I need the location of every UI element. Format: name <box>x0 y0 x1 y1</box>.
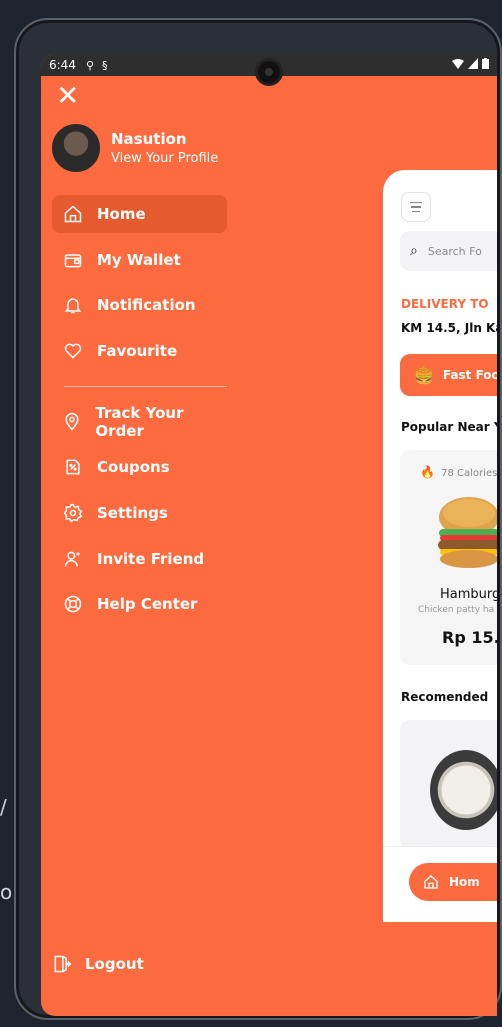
nav-home-button[interactable]: Hom <box>409 863 497 901</box>
wifi-icon <box>452 58 464 72</box>
menu-divider <box>64 385 227 387</box>
view-profile-link[interactable]: View Your Profile <box>111 151 218 166</box>
status-time: 6:44 <box>49 58 76 72</box>
avatar[interactable] <box>52 124 100 172</box>
signal-icon <box>468 58 478 72</box>
calories-badge: 🔥 78 Calories <box>420 465 497 479</box>
location-pin-icon <box>62 411 82 433</box>
delivery-address[interactable]: KM 14.5, Jln Kali <box>401 321 497 335</box>
drawer-menu: Home My Wallet Notification Favourite Tr… <box>52 195 227 631</box>
bottom-nav: Hom <box>383 846 497 922</box>
search-placeholder: Search Fo <box>427 244 482 258</box>
food-description: Chicken patty ha <box>418 605 495 615</box>
home-icon <box>424 875 438 889</box>
background-glyph-top: / <box>0 795 7 819</box>
coupon-icon <box>62 456 84 478</box>
burger-image <box>438 497 497 568</box>
logout-icon <box>54 955 72 973</box>
logout-button[interactable]: Logout <box>52 954 144 974</box>
calories-text: 78 Calories <box>441 468 497 479</box>
category-chip-label: Fast Foo <box>442 368 497 382</box>
menu-item-label: Invite Friend <box>97 549 205 568</box>
recommended-section-title: Recomended <box>401 690 489 704</box>
food-price: Rp 15.9 <box>442 628 497 647</box>
home-screen-preview[interactable]: ⌕ Search Fo DELIVERY TO KM 14.5, Jln Kal… <box>383 170 497 922</box>
menu-item-label: Notification <box>97 296 196 315</box>
menu-item-label: My Wallet <box>97 250 181 269</box>
recommended-card[interactable] <box>400 720 497 850</box>
menu-item-coupons[interactable]: Coupons <box>52 448 227 486</box>
profile-header[interactable]: Nasution View Your Profile <box>52 124 218 172</box>
search-input[interactable]: ⌕ Search Fo <box>400 231 497 271</box>
popular-section-title: Popular Near Yo <box>401 420 497 434</box>
wrap-food-image <box>430 750 497 830</box>
menu-item-label: Coupons <box>97 458 170 477</box>
lifebuoy-icon <box>62 593 84 615</box>
heart-icon <box>62 340 84 362</box>
menu-item-settings[interactable]: Settings <box>52 494 227 532</box>
food-name: Hamburg <box>440 587 497 602</box>
menu-item-invite-friend[interactable]: Invite Friend <box>52 540 227 578</box>
background-glyph-bottom: o <box>0 880 13 904</box>
menu-item-label: Track Your Order <box>95 403 184 440</box>
wallet-icon <box>62 249 84 271</box>
bell-icon <box>62 294 84 316</box>
home-icon <box>62 203 84 225</box>
search-icon: ⌕ <box>410 243 418 259</box>
fire-icon: 🔥 <box>420 465 435 479</box>
nav-home-label: Hom <box>449 875 480 889</box>
front-camera <box>255 58 283 86</box>
menu-item-home[interactable]: Home <box>52 195 227 233</box>
battery-icon <box>482 58 489 72</box>
user-add-icon <box>62 548 84 570</box>
menu-item-track-your-order[interactable]: Track Your Order <box>52 403 227 441</box>
logout-label: Logout <box>85 955 144 973</box>
menu-item-favourite[interactable]: Favourite <box>52 332 227 370</box>
category-chip-fast-food[interactable]: 🍔 Fast Foo <box>400 354 497 396</box>
menu-item-label: Settings <box>97 503 168 522</box>
status-right <box>452 58 489 72</box>
burger-icon: 🍔 <box>414 365 434 385</box>
profile-name: Nasution <box>111 130 187 148</box>
food-card[interactable]: 🔥 78 Calories Hamburg Chicken patty ha R… <box>400 450 497 665</box>
menu-item-label: Home <box>97 205 146 223</box>
usb-icon: ⚲ <box>85 58 95 72</box>
hamburger-menu-icon[interactable] <box>401 192 431 222</box>
delivery-label: DELIVERY TO <box>401 297 489 311</box>
gear-icon <box>62 502 84 524</box>
menu-item-label: Favourite <box>97 341 178 360</box>
menu-item-my-wallet[interactable]: My Wallet <box>52 241 227 279</box>
menu-item-help-center[interactable]: Help Center <box>52 585 227 623</box>
close-icon[interactable]: ✕ <box>56 82 82 110</box>
phone-frame: 6:44 ⚲ § ✕ Nasution View Your Profile Ho… <box>14 18 502 1020</box>
menu-item-notification[interactable]: Notification <box>52 286 227 324</box>
screen: 6:44 ⚲ § ✕ Nasution View Your Profile Ho… <box>41 54 497 1016</box>
menu-item-label: Help Center <box>97 595 198 614</box>
sync-icon: § <box>102 58 108 72</box>
